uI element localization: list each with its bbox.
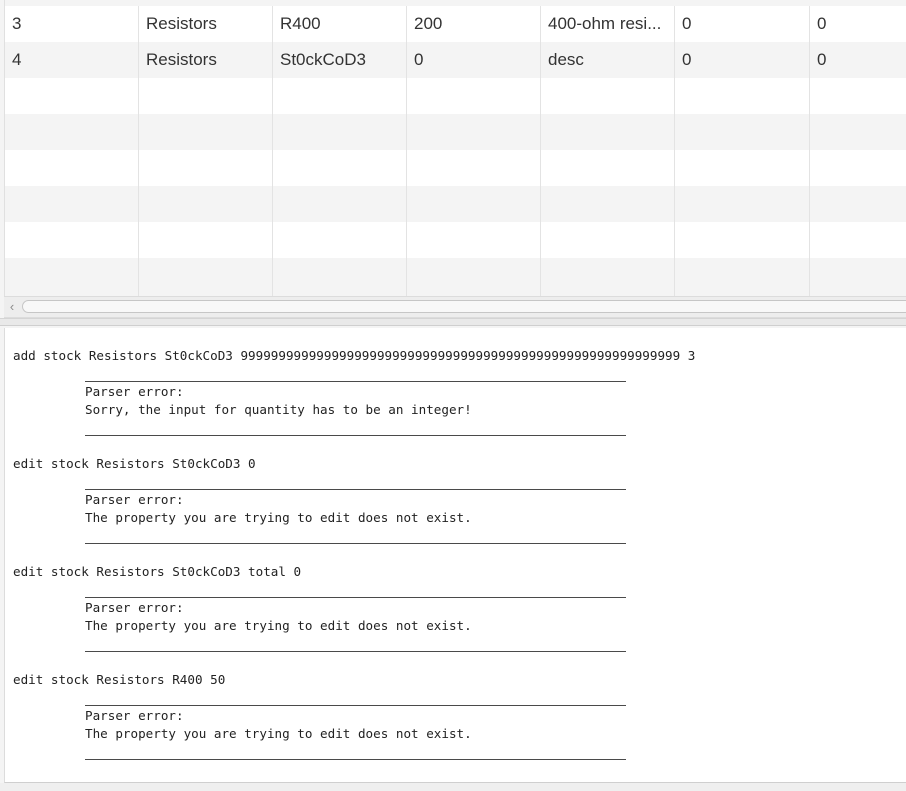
table-cell	[541, 222, 675, 258]
horizontal-scrollbar[interactable]: ‹	[4, 296, 906, 318]
table-cell-id[interactable]: 3	[5, 6, 139, 42]
error-rule-bottom	[85, 651, 626, 652]
table-cell-quantity[interactable]: 200	[407, 6, 541, 42]
table-cell	[5, 114, 139, 150]
error-rule-top	[85, 597, 626, 598]
error-rule-top	[85, 381, 626, 382]
console-command: add stock Resistors St0ckCoD3 9999999999…	[13, 348, 696, 363]
table-cell	[810, 222, 906, 258]
table-cell	[273, 150, 407, 186]
table-cell	[810, 258, 906, 296]
table-cell	[810, 78, 906, 114]
table-row-empty	[5, 222, 906, 258]
table-cell	[273, 78, 407, 114]
table-cell	[407, 258, 541, 296]
table-cell	[407, 150, 541, 186]
table-cell	[139, 150, 273, 186]
table-cell	[139, 258, 273, 296]
error-title: Parser error:	[85, 600, 184, 615]
console-command: edit stock Resistors R400 50	[13, 672, 226, 687]
stock-table: 3 Resistors R400 200 400-ohm resi... 0 0…	[4, 0, 906, 296]
table-cell	[675, 150, 810, 186]
table-cell	[675, 258, 810, 296]
table-cell	[5, 222, 139, 258]
table-cell	[273, 222, 407, 258]
scrollbar-thumb[interactable]	[22, 300, 906, 313]
table-cell	[407, 222, 541, 258]
table-row-empty	[5, 150, 906, 186]
table-cell	[5, 258, 139, 296]
table-cell-description[interactable]: 400-ohm resi...	[541, 6, 675, 42]
table-cell	[407, 78, 541, 114]
table-cell-id[interactable]: 4	[5, 42, 139, 78]
error-title: Parser error:	[85, 492, 184, 507]
table-cell	[810, 114, 906, 150]
error-rule-top	[85, 705, 626, 706]
table-row-empty	[5, 78, 906, 114]
table-row[interactable]: 4 Resistors St0ckCoD3 0 desc 0 0	[5, 42, 906, 78]
table-cell	[810, 150, 906, 186]
table-cell-quantity[interactable]: 0	[407, 42, 541, 78]
console-command: edit stock Resistors St0ckCoD3 total 0	[13, 564, 302, 579]
console-output: add stock Resistors St0ckCoD3 9999999999…	[4, 328, 906, 783]
console-command: edit stock Resistors St0ckCoD3 0	[13, 456, 256, 471]
error-message: Sorry, the input for quantity has to be …	[85, 402, 472, 417]
table-cell	[675, 78, 810, 114]
table-cell	[675, 186, 810, 222]
error-rule-bottom	[85, 543, 626, 544]
table-cell	[810, 186, 906, 222]
table-cell	[541, 258, 675, 296]
table-cell	[5, 150, 139, 186]
table-cell	[541, 114, 675, 150]
table-row-empty	[5, 114, 906, 150]
table-cell-code[interactable]: St0ckCoD3	[273, 42, 407, 78]
table-cell	[273, 258, 407, 296]
table-cell	[541, 186, 675, 222]
error-message: The property you are trying to edit does…	[85, 510, 472, 525]
table-cell	[541, 150, 675, 186]
error-rule-bottom	[85, 435, 626, 436]
table-cell	[5, 186, 139, 222]
error-rule-bottom	[85, 759, 626, 760]
table-cell-code[interactable]: R400	[273, 6, 407, 42]
table-cell	[273, 186, 407, 222]
table-cell-description[interactable]: desc	[541, 42, 675, 78]
table-cell-col7[interactable]: 0	[810, 6, 906, 42]
table-cell-col6[interactable]: 0	[675, 6, 810, 42]
table-row-empty	[5, 186, 906, 222]
table-cell-col6[interactable]: 0	[675, 42, 810, 78]
table-cell	[5, 78, 139, 114]
table-cell	[139, 114, 273, 150]
table-cell	[139, 78, 273, 114]
error-rule-top	[85, 489, 626, 490]
table-row[interactable]: 3 Resistors R400 200 400-ohm resi... 0 0	[5, 6, 906, 42]
table-row-empty	[5, 258, 906, 296]
table-cell	[407, 114, 541, 150]
table-cell	[273, 114, 407, 150]
split-pane-divider[interactable]	[0, 318, 906, 326]
table-cell	[675, 114, 810, 150]
table-cell-category[interactable]: Resistors	[139, 6, 273, 42]
table-cell-col7[interactable]: 0	[810, 42, 906, 78]
window-bottom-edge	[0, 783, 906, 791]
table-cell-category[interactable]: Resistors	[139, 42, 273, 78]
table-cell	[407, 186, 541, 222]
table-cell	[541, 78, 675, 114]
error-message: The property you are trying to edit does…	[85, 726, 472, 741]
scroll-left-arrow-icon[interactable]: ‹	[4, 297, 20, 317]
error-message: The property you are trying to edit does…	[85, 618, 472, 633]
error-title: Parser error:	[85, 708, 184, 723]
error-title: Parser error:	[85, 384, 184, 399]
table-cell	[675, 222, 810, 258]
table-cell	[139, 186, 273, 222]
table-cell	[139, 222, 273, 258]
